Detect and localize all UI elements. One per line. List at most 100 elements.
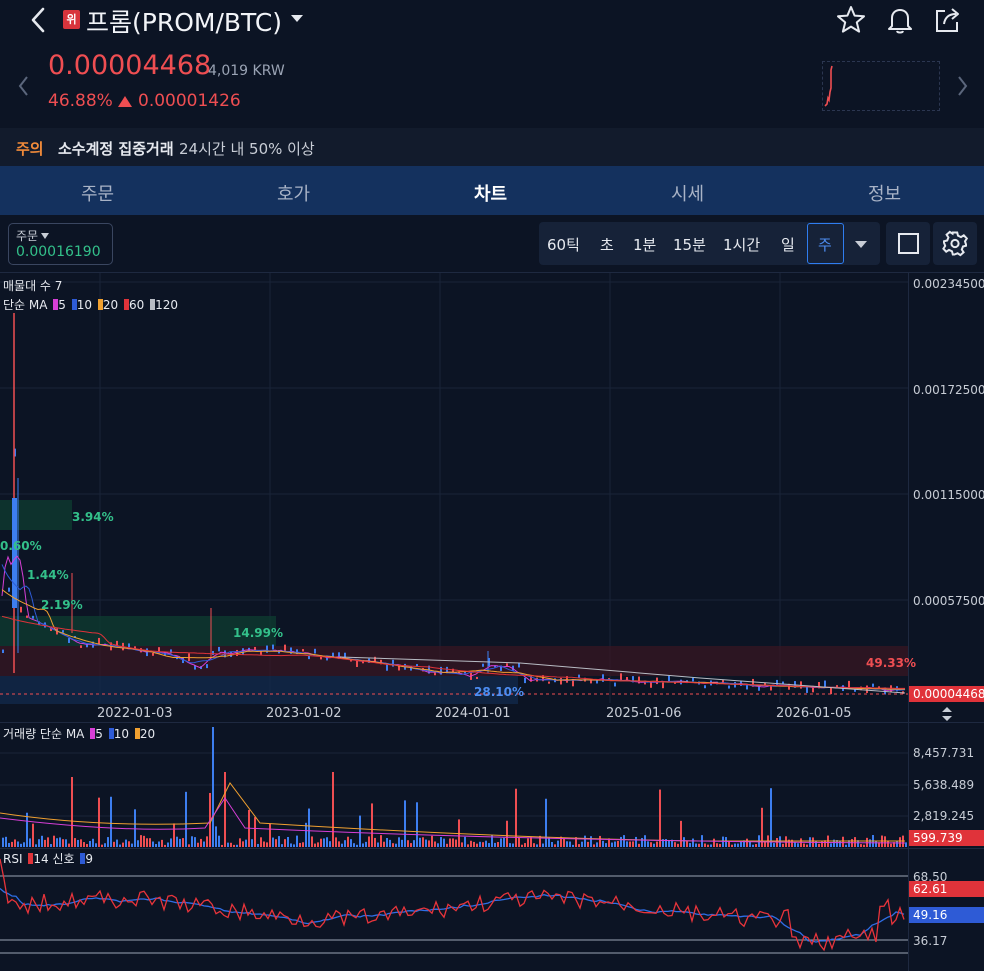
timeframe-1hour[interactable]: 1시간 xyxy=(723,234,760,255)
volume-bar xyxy=(83,842,85,847)
market-title[interactable]: 프롬(PROM/BTC) xyxy=(86,3,282,39)
volume-bar xyxy=(185,791,187,847)
volume-bar xyxy=(734,843,736,847)
market-dropdown-icon[interactable] xyxy=(291,15,303,22)
volume-bar xyxy=(425,839,427,847)
timeframe-1min[interactable]: 1분 xyxy=(633,234,656,255)
order-price-label: 주문 xyxy=(16,229,39,243)
axis-scale-icon[interactable] xyxy=(940,706,954,722)
tab-info[interactable]: 정보 xyxy=(868,180,901,206)
volume-bar xyxy=(884,836,886,847)
volume-bar xyxy=(518,837,520,847)
volume-bar xyxy=(35,844,37,847)
volume-bar xyxy=(311,836,313,847)
volume-bar xyxy=(50,844,52,847)
volume-bar xyxy=(797,843,799,847)
tab-order[interactable]: 주문 xyxy=(81,180,114,206)
candle xyxy=(284,644,286,651)
chart-fullscreen-button[interactable] xyxy=(886,222,930,265)
candle xyxy=(302,649,304,652)
candle xyxy=(806,686,808,693)
volume-bar xyxy=(293,844,295,847)
tab-market-price[interactable]: 시세 xyxy=(671,180,704,206)
volume-bar xyxy=(626,841,628,847)
candle xyxy=(12,498,17,608)
volume-bar xyxy=(254,817,256,847)
favorite-star-icon[interactable] xyxy=(835,4,867,36)
rsi-signal-tag: 49.16 xyxy=(909,907,984,923)
volume-bar xyxy=(692,838,694,847)
candle xyxy=(506,663,508,667)
volume-bar xyxy=(326,837,328,847)
notification-bell-icon[interactable] xyxy=(884,4,916,36)
volume-bar xyxy=(317,842,319,847)
volume-bar xyxy=(62,839,64,847)
candle xyxy=(212,650,214,655)
volume-bar xyxy=(770,788,772,847)
timeframe-dropdown-icon[interactable] xyxy=(855,241,867,248)
tab-orderbook[interactable]: 호가 xyxy=(277,180,310,206)
mini-chart[interactable] xyxy=(822,61,940,111)
timeframe-15min[interactable]: 15분 xyxy=(673,234,706,255)
candle xyxy=(476,676,478,679)
candle xyxy=(578,674,580,678)
zone-label: 49.33% xyxy=(866,656,916,670)
volume-bar xyxy=(515,788,517,847)
share-icon[interactable] xyxy=(931,4,963,36)
back-arrow-icon[interactable] xyxy=(28,6,50,34)
volume-bar xyxy=(338,841,340,847)
candle xyxy=(20,606,22,613)
volume-legend-label: 거래량 단순 MA xyxy=(3,727,85,741)
volume-bar xyxy=(239,838,241,847)
volume-bar xyxy=(716,843,718,847)
y-axis-divider xyxy=(908,272,909,971)
y-tick-label: 0.00234500 xyxy=(913,277,984,291)
timeframe-second[interactable]: 초 xyxy=(600,234,614,255)
timeframe-60tick[interactable]: 60틱 xyxy=(547,234,580,255)
rsi-period: 14 xyxy=(33,852,49,866)
candle xyxy=(692,677,694,682)
price-chart[interactable] xyxy=(0,273,908,721)
volume-bar xyxy=(287,836,289,847)
volume-bar xyxy=(146,838,148,847)
candle xyxy=(704,685,706,689)
current-price-tag: 0.00004468 xyxy=(909,686,984,702)
candle xyxy=(272,644,274,650)
volume-bar xyxy=(899,837,901,847)
candle xyxy=(26,615,28,618)
volume-bar xyxy=(905,842,907,847)
x-tick-label: 2024-01-01 xyxy=(435,706,511,721)
volume-bar xyxy=(365,841,367,847)
volume-bar xyxy=(107,837,109,847)
candle xyxy=(662,682,664,689)
volume-bar xyxy=(404,800,406,847)
volume-bar xyxy=(161,839,163,847)
volume-bar xyxy=(635,836,637,847)
volume-bar xyxy=(653,843,655,847)
timeframe-week-label: 주 xyxy=(818,236,832,254)
volume-bar xyxy=(644,835,646,847)
volume-bar xyxy=(344,840,346,847)
rsi-signal-label: 신호 xyxy=(52,852,75,866)
volume-bar xyxy=(80,839,82,847)
chart-settings-button[interactable] xyxy=(933,222,977,265)
volume-y-tick: 2,819.245 xyxy=(913,809,975,823)
zone-label: 3.94% xyxy=(72,510,114,524)
timeframe-day[interactable]: 일 xyxy=(781,234,795,255)
volume-bar xyxy=(368,836,370,847)
volume-bar xyxy=(548,837,550,847)
volume-bar xyxy=(350,839,352,847)
volume-bar xyxy=(86,844,88,847)
tab-chart[interactable]: 차트 xyxy=(474,180,507,206)
volume-bar xyxy=(179,838,181,847)
rsi-chart[interactable] xyxy=(0,849,908,971)
candle xyxy=(206,664,208,669)
notice-sub: 24시간 내 50% 이상 xyxy=(179,140,315,158)
prev-market-icon[interactable] xyxy=(17,74,31,98)
change-amount: 0.00001426 xyxy=(138,91,241,111)
volume-bar xyxy=(20,843,22,847)
volume-bar xyxy=(131,843,133,847)
candle xyxy=(8,587,10,592)
volume-bar xyxy=(182,838,184,847)
next-market-icon[interactable] xyxy=(955,74,969,98)
